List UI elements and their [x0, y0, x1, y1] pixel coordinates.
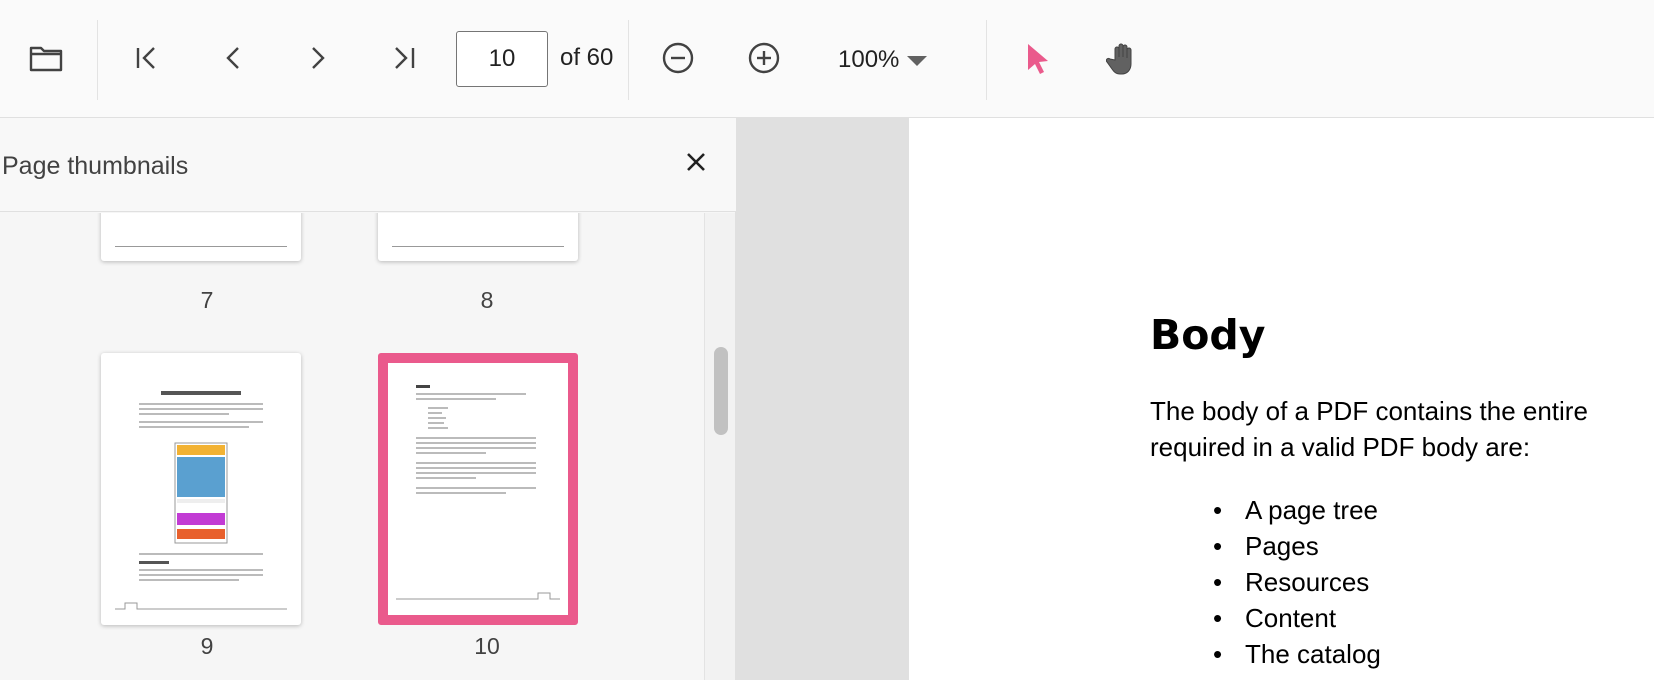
- selection-tool-icon: [1028, 44, 1048, 74]
- zoom-dropdown[interactable]: 100%: [838, 40, 928, 80]
- open-file-button[interactable]: [22, 34, 70, 82]
- thumbnail-page-9[interactable]: [101, 353, 301, 625]
- zoom-in-button[interactable]: [740, 34, 788, 82]
- page-footer-line: [392, 239, 564, 247]
- page-preview-image: [396, 385, 560, 600]
- zoom-level-value: 100%: [838, 46, 900, 73]
- document-viewer[interactable]: Body The body of a PDF contains the enti…: [736, 118, 1654, 680]
- thumbnail-panel: Page thumbnails 7 8 9 10: [0, 118, 736, 680]
- close-icon: [687, 153, 705, 171]
- last-page-icon: [395, 47, 415, 69]
- pan-tool-button[interactable]: [1099, 34, 1147, 82]
- caret-down-icon: [907, 56, 928, 66]
- thumbnail-page-8[interactable]: [378, 213, 578, 261]
- pan-tool-icon: [1106, 43, 1132, 75]
- page-number-input[interactable]: [456, 31, 548, 87]
- thumbnail-page-number: 10: [474, 633, 500, 659]
- paragraph-line: The body of a PDF contains the entire: [1150, 396, 1588, 426]
- toolbar-separator: [986, 20, 987, 100]
- list-item: Content: [1213, 600, 1381, 636]
- page-preview-image: [115, 367, 287, 610]
- thumbnail-scrollbar[interactable]: [704, 213, 735, 680]
- document-bullet-list: A page tree Pages Resources Content The …: [1213, 492, 1381, 672]
- toolbar: of 60 100%: [0, 0, 1654, 118]
- pdf-page[interactable]: Body The body of a PDF contains the enti…: [909, 118, 1654, 680]
- selection-tool-button[interactable]: [1014, 34, 1062, 82]
- folder-open-icon: [29, 46, 63, 72]
- thumbnail-page-number: 7: [200, 287, 214, 313]
- thumbnail-page-7[interactable]: [101, 213, 301, 261]
- zoom-in-icon: [748, 42, 780, 74]
- zoom-out-button[interactable]: [654, 34, 702, 82]
- page-total-label: of 60: [560, 44, 614, 71]
- list-item: The catalog: [1213, 636, 1381, 672]
- paragraph-line: required in a valid PDF body are:: [1150, 432, 1531, 462]
- first-page-button[interactable]: [123, 34, 171, 82]
- page-footer-line: [115, 239, 287, 247]
- last-page-button[interactable]: [380, 34, 428, 82]
- close-panel-button[interactable]: [676, 142, 716, 182]
- list-item: A page tree: [1213, 492, 1381, 528]
- thumbnail-page-number: 9: [200, 633, 214, 659]
- scrollbar-thumb[interactable]: [714, 347, 728, 435]
- thumbnail-page-number: 8: [480, 287, 494, 313]
- document-paragraph: The body of a PDF contains the entire re…: [1150, 393, 1588, 465]
- thumbnail-panel-title: Page thumbnails: [2, 152, 189, 180]
- previous-page-icon: [226, 47, 239, 69]
- list-item: Pages: [1213, 528, 1381, 564]
- toolbar-separator: [628, 20, 629, 100]
- zoom-out-icon: [662, 42, 694, 74]
- thumbnail-panel-header: Page thumbnails: [0, 118, 736, 212]
- thumbnail-list: 7 8 9 10: [0, 213, 704, 680]
- next-page-icon: [312, 47, 325, 69]
- document-heading: Body: [1150, 311, 1266, 359]
- list-item: Resources: [1213, 564, 1381, 600]
- thumbnail-page-10[interactable]: [378, 353, 578, 625]
- previous-page-button[interactable]: [209, 34, 257, 82]
- first-page-icon: [136, 47, 155, 69]
- toolbar-separator: [97, 20, 98, 100]
- next-page-button[interactable]: [294, 34, 342, 82]
